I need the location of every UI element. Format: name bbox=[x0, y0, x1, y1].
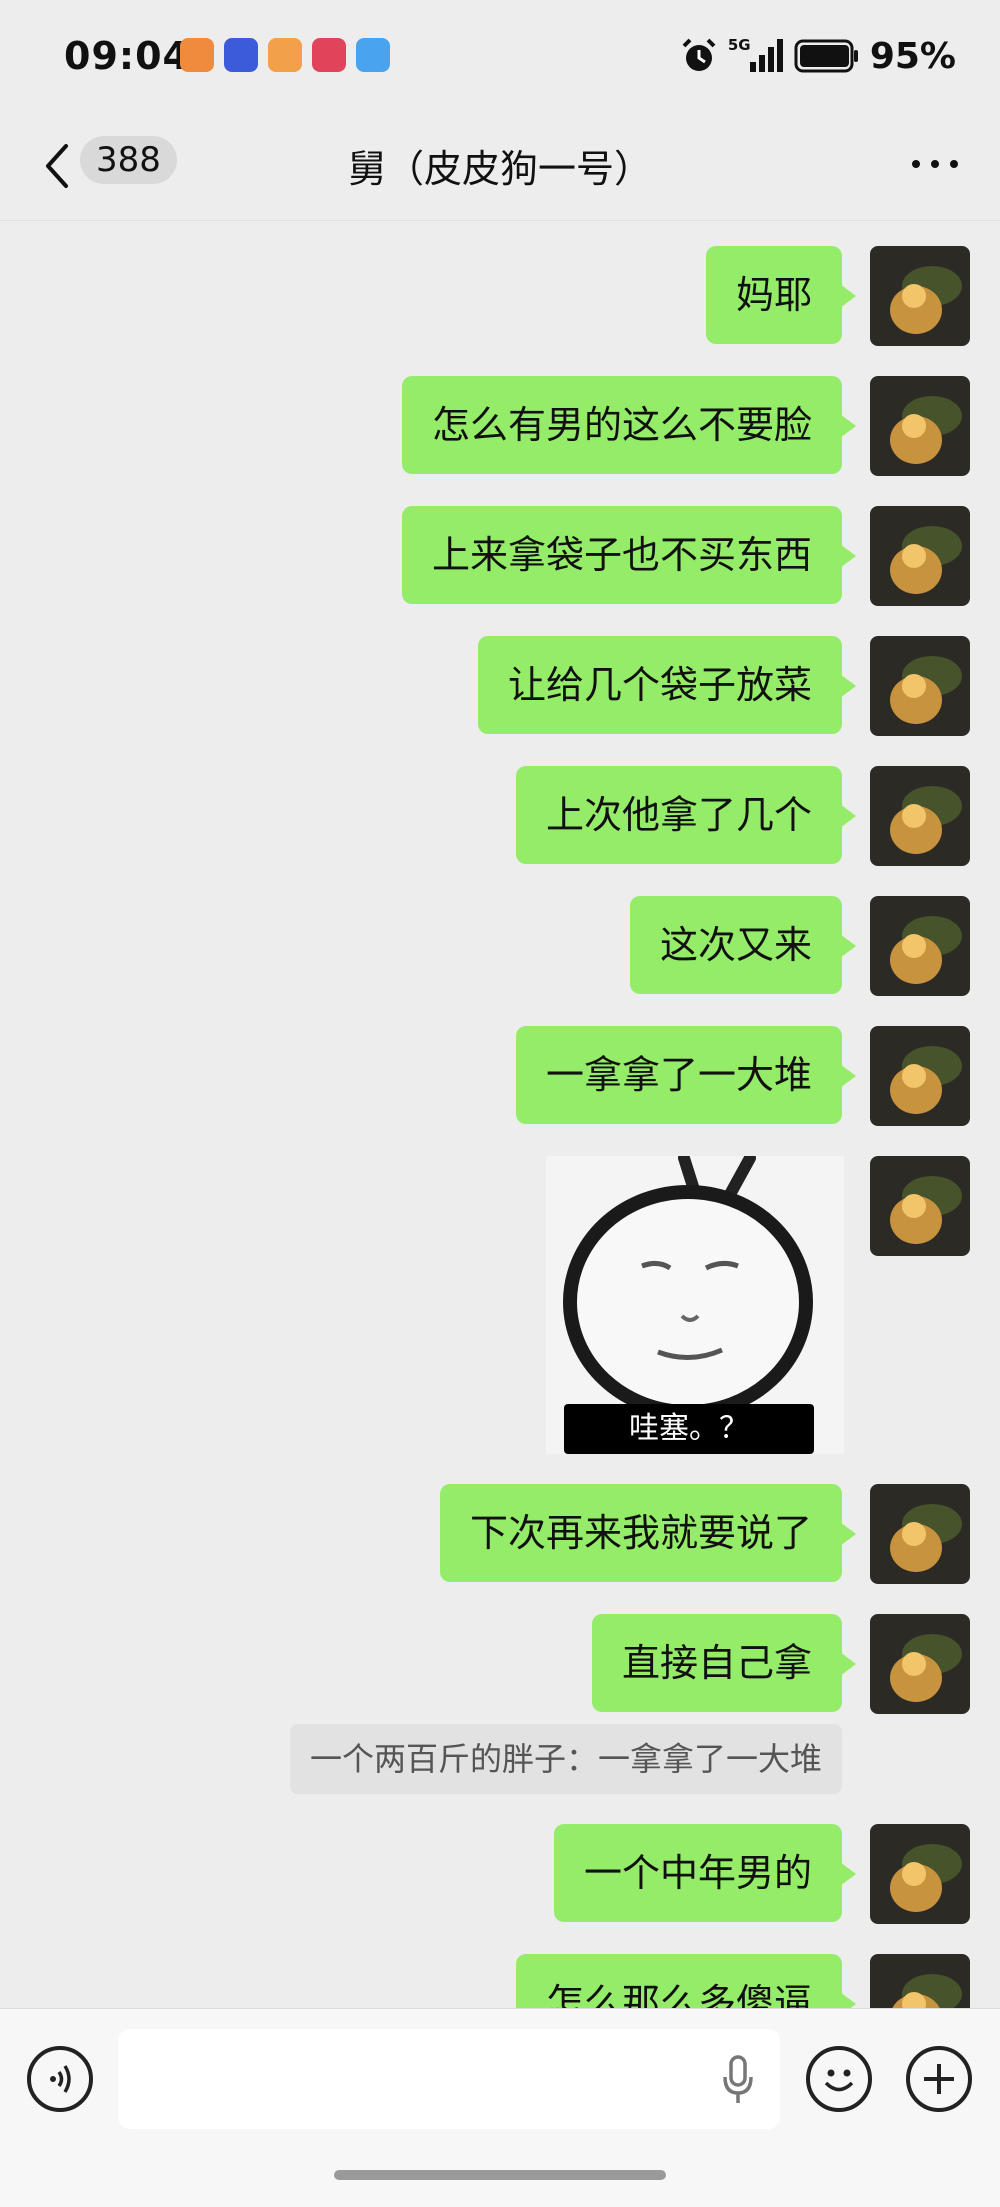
message-bubble[interactable]: 妈耶 bbox=[705, 246, 857, 344]
message-bubble[interactable]: 这次又来 bbox=[629, 896, 857, 994]
browser-app-icon bbox=[224, 38, 258, 72]
emoji-icon bbox=[824, 2069, 854, 2092]
chat-title: 舅（皮皮狗一号） bbox=[347, 147, 652, 191]
more-options-icon[interactable] bbox=[910, 158, 960, 170]
more-functions-button[interactable] bbox=[906, 2046, 972, 2112]
sticker-caption: 哇塞。？ bbox=[564, 1404, 814, 1454]
plus-icon bbox=[924, 2064, 954, 2094]
message-list[interactable]: 妈耶 怎么有男的这么不要脸 上来拿袋子也不买东西 让给几个袋子放菜 上次他拿了几… bbox=[0, 222, 1000, 2008]
message-bubble[interactable]: 怎么有男的这么不要脸 bbox=[401, 376, 857, 474]
battery-icon bbox=[794, 39, 858, 73]
signal-icon bbox=[749, 39, 783, 72]
signal-indicator: 5G bbox=[728, 36, 784, 76]
emoji-button[interactable] bbox=[806, 2046, 872, 2112]
message-bubble[interactable]: 上来拿袋子也不买东西 bbox=[401, 506, 857, 604]
voice-toggle-button[interactable] bbox=[27, 2046, 93, 2112]
status-bar: 09:04 5G 95% bbox=[0, 0, 1000, 112]
shopping-app-icon bbox=[268, 38, 302, 72]
home-indicator[interactable] bbox=[334, 2170, 666, 2180]
avatar[interactable] bbox=[870, 506, 970, 606]
message-bubble[interactable]: 怎么那么多傻逼 bbox=[515, 1954, 857, 2008]
message-input[interactable] bbox=[118, 2029, 780, 2129]
voice-icon bbox=[50, 2065, 71, 2093]
avatar[interactable] bbox=[870, 376, 970, 476]
avatar[interactable] bbox=[870, 246, 970, 346]
avatar[interactable] bbox=[870, 1954, 970, 2008]
battery-percent: 95% bbox=[869, 35, 956, 77]
microphone-icon[interactable] bbox=[718, 2053, 758, 2109]
avatar[interactable] bbox=[870, 1824, 970, 1924]
quoted-message[interactable]: 一个两百斤的胖子：一拿拿了一大堆 bbox=[289, 1724, 842, 1794]
message-bubble[interactable]: 让给几个袋子放菜 bbox=[477, 636, 857, 734]
avatar[interactable] bbox=[870, 636, 970, 736]
chat-header: 388 舅（皮皮狗一号） bbox=[0, 112, 1000, 221]
avatar[interactable] bbox=[870, 766, 970, 866]
alarm-icon bbox=[682, 38, 716, 71]
message-bubble[interactable]: 下次再来我就要说了 bbox=[439, 1484, 857, 1582]
avatar[interactable] bbox=[870, 1484, 970, 1584]
weather-app-icon bbox=[356, 38, 390, 72]
sticker-message[interactable]: 哇塞。？ bbox=[546, 1156, 844, 1454]
message-bubble[interactable]: 直接自己拿 bbox=[591, 1614, 857, 1712]
health-app-icon bbox=[180, 38, 214, 72]
avatar[interactable] bbox=[870, 896, 970, 996]
message-bubble[interactable]: 一个中年男的 bbox=[553, 1824, 857, 1922]
avatar[interactable] bbox=[870, 1614, 970, 1714]
avatar[interactable] bbox=[870, 1026, 970, 1126]
video-app-icon bbox=[312, 38, 346, 72]
message-bubble[interactable]: 一拿拿了一大堆 bbox=[515, 1026, 857, 1124]
status-time: 09:04 bbox=[64, 34, 190, 78]
message-bubble[interactable]: 上次他拿了几个 bbox=[515, 766, 857, 864]
avatar[interactable] bbox=[870, 1156, 970, 1256]
